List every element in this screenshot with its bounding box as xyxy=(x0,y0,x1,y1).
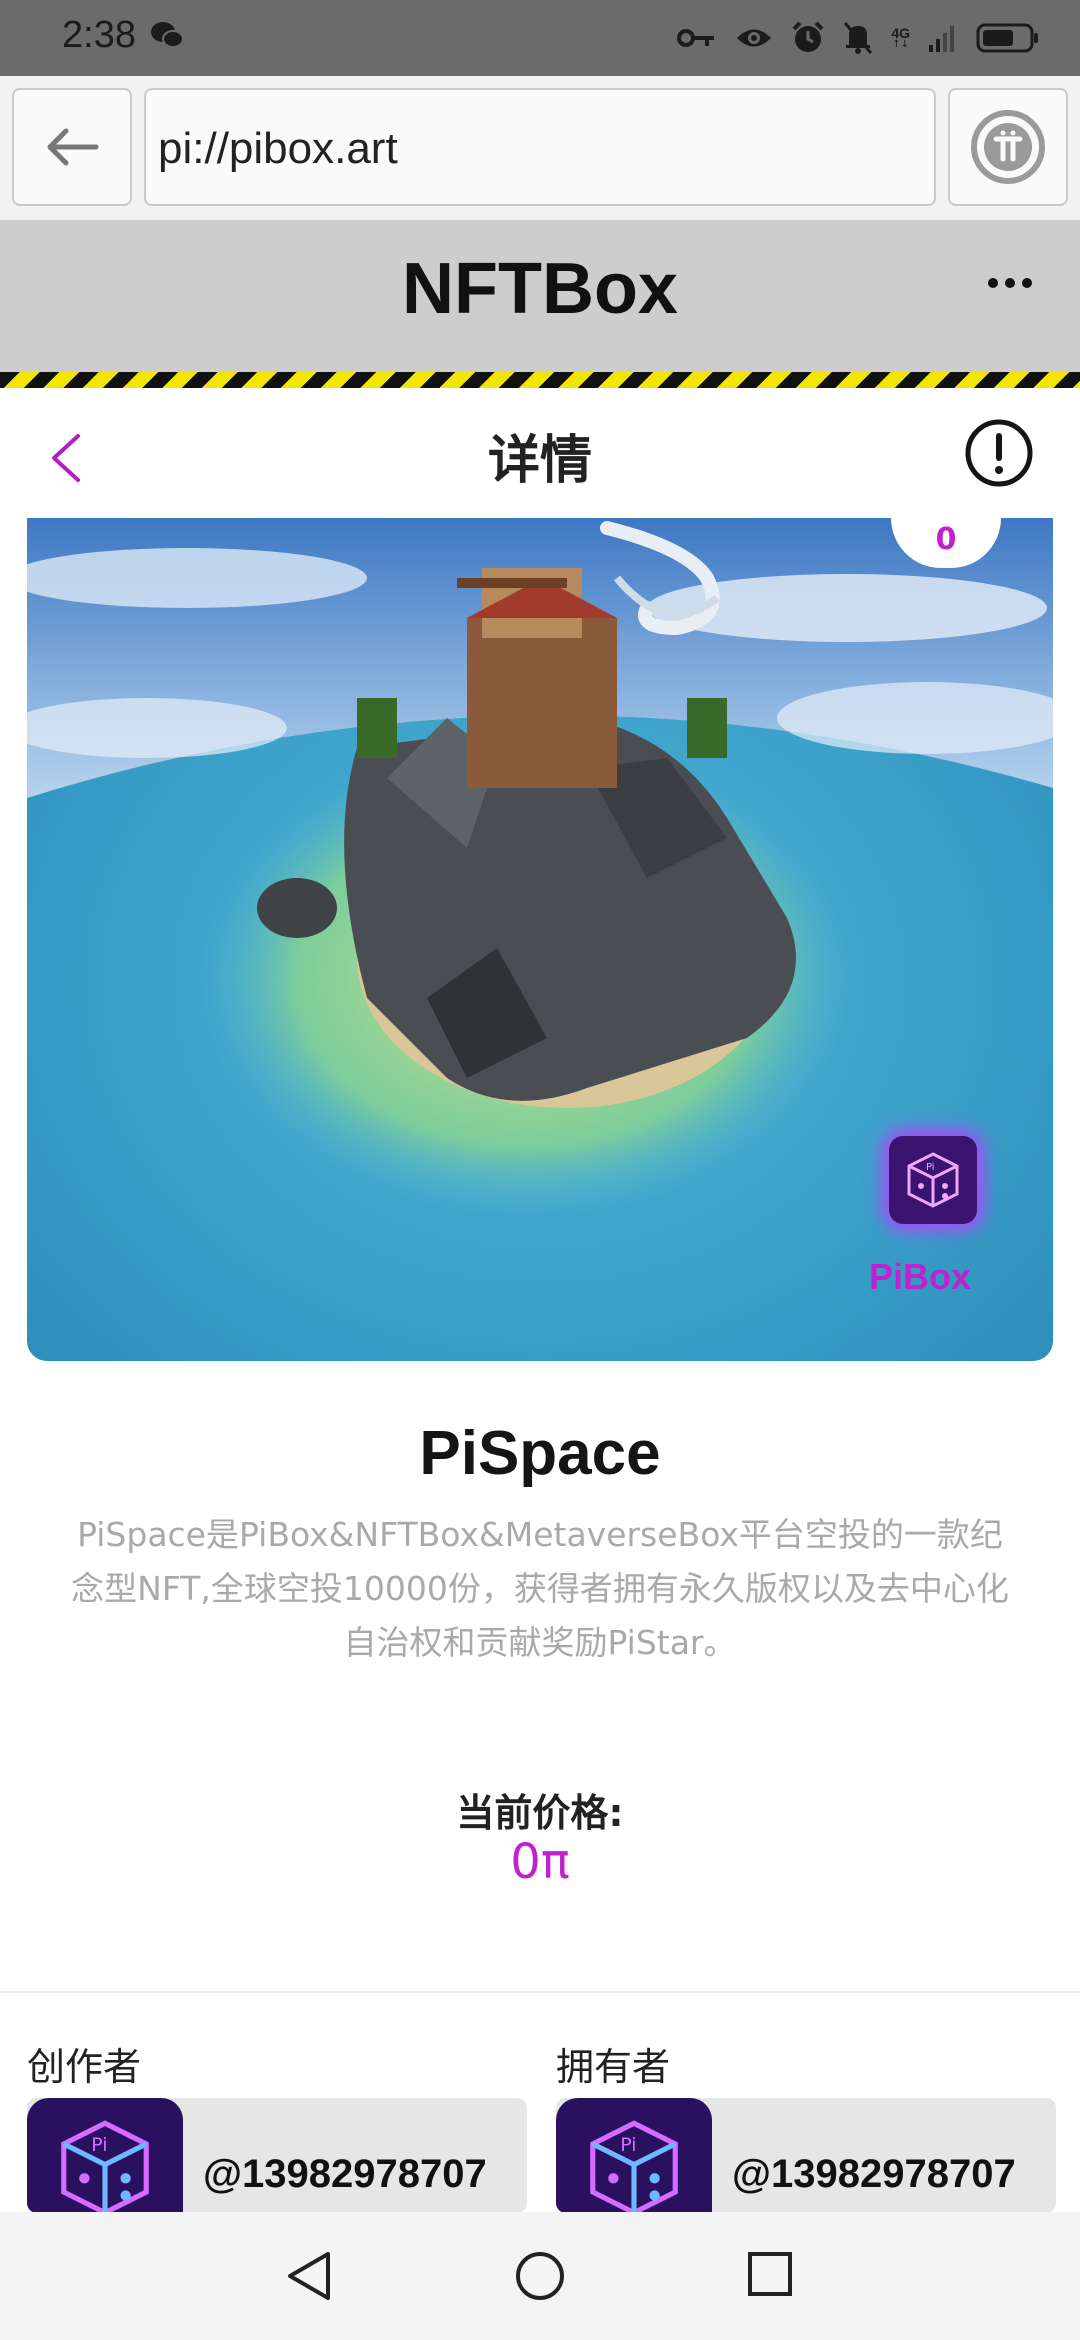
page-title: 详情 xyxy=(487,431,592,491)
svg-text:Pi: Pi xyxy=(926,1162,935,1173)
owner-handle: @13982978707 xyxy=(732,2152,1016,2196)
owner-card[interactable]: Pi @13982978707 xyxy=(556,2098,1056,2213)
price-value: 0π xyxy=(510,1834,570,1890)
url-text: pi://pibox.art xyxy=(158,124,398,173)
dice-icon: Pi xyxy=(590,2120,678,2213)
app-header: NFTBox xyxy=(0,220,1080,372)
mute-icon xyxy=(844,22,873,54)
brand-label: PiBox xyxy=(869,1256,972,1297)
nav-home-icon[interactable] xyxy=(514,2250,566,2302)
svg-text:Pi: Pi xyxy=(620,2134,636,2156)
dice-icon: Pi xyxy=(61,2120,149,2213)
nft-name: PiSpace xyxy=(419,1419,661,1488)
alarm-icon xyxy=(792,21,824,52)
more-options-icon[interactable] xyxy=(988,278,1032,288)
divider xyxy=(0,1991,1080,1993)
network-label: 4G xyxy=(891,25,910,41)
like-count: 0 xyxy=(935,522,957,557)
nav-back-icon[interactable] xyxy=(284,2250,334,2302)
svg-text:Pi: Pi xyxy=(91,2134,107,2156)
creator-handle: @13982978707 xyxy=(203,2152,487,2196)
alert-info-icon[interactable] xyxy=(964,418,1034,488)
arrow-left-icon xyxy=(47,128,99,166)
creator-label: 创作者 xyxy=(27,2045,142,2089)
page-nav: 详情 xyxy=(0,388,1080,518)
island-illustration xyxy=(27,518,1053,1361)
pi-browser-button[interactable] xyxy=(948,88,1068,206)
avatar: Pi xyxy=(556,2098,712,2213)
pi-coin-icon xyxy=(971,110,1045,184)
app-title: NFTBox xyxy=(402,249,678,329)
signal-icon xyxy=(929,26,954,52)
status-time: 2:38 xyxy=(62,14,136,56)
owner-label: 拥有者 xyxy=(556,2045,671,2089)
key-icon xyxy=(677,29,715,47)
nft-image[interactable]: 0 Pi PiBox xyxy=(27,518,1053,1361)
browser-back-button[interactable] xyxy=(12,88,132,206)
avatar: Pi xyxy=(27,2098,183,2213)
hazard-stripe xyxy=(0,372,1080,388)
url-bar[interactable]: pi://pibox.art xyxy=(144,88,936,206)
dice-icon: Pi xyxy=(907,1152,959,1208)
wechat-icon xyxy=(151,22,184,48)
nft-description: PiSpace是PiBox&NFTBox&MetaverseBox平台空投的一款… xyxy=(71,1515,1009,1662)
nav-recents-icon[interactable] xyxy=(746,2250,794,2298)
system-nav-bar xyxy=(0,2212,1080,2340)
creator-card[interactable]: Pi @13982978707 xyxy=(27,2098,527,2213)
eye-icon xyxy=(737,29,772,47)
price-label: 当前价格: xyxy=(456,1791,624,1835)
browser-toolbar: pi://pibox.art xyxy=(0,76,1080,220)
battery-icon xyxy=(976,23,1038,53)
status-bar: 2:38 4G ↑↓ xyxy=(0,0,1080,76)
pibox-logo: Pi xyxy=(889,1136,977,1224)
